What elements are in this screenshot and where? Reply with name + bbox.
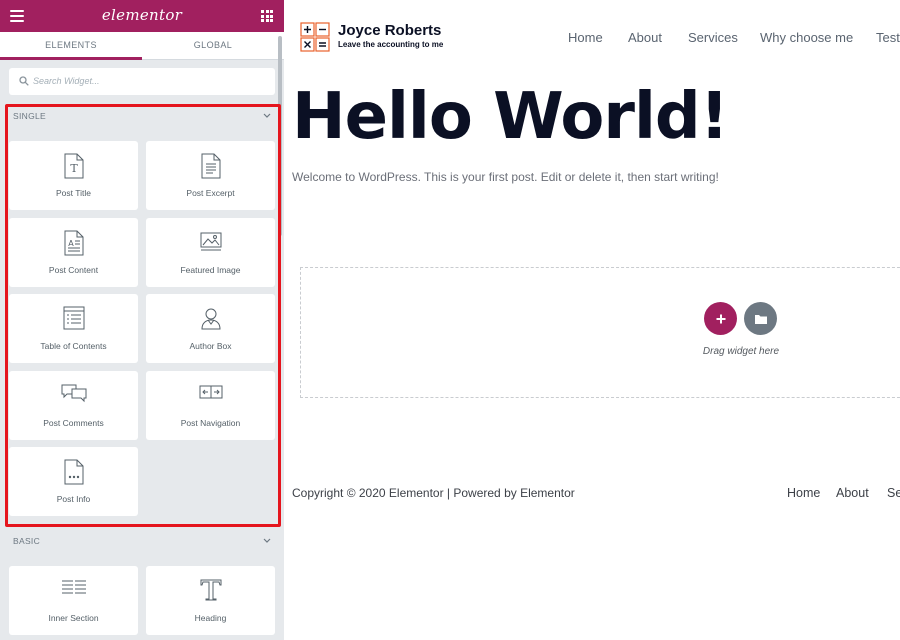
post-title: Hello World! bbox=[292, 80, 729, 154]
tab-elements[interactable]: ELEMENTS bbox=[0, 32, 142, 60]
nav-item-services[interactable]: Services bbox=[688, 30, 738, 45]
nav-item-why-choose-me[interactable]: Why choose me bbox=[760, 30, 853, 45]
widget-label: Inner Section bbox=[48, 613, 99, 623]
post-excerpt-icon bbox=[201, 153, 220, 179]
site-tagline: Leave the accounting to me bbox=[338, 40, 444, 49]
page-preview: Joyce Roberts Leave the accounting to me… bbox=[284, 0, 900, 640]
panel-header: elementor bbox=[0, 0, 284, 32]
widget-post-info[interactable]: Post Info bbox=[9, 447, 138, 516]
post-title-icon: T bbox=[64, 153, 83, 179]
featured-image-icon bbox=[200, 232, 221, 251]
widget-inner-section[interactable]: Inner Section bbox=[9, 566, 138, 635]
category-title-basic: BASIC bbox=[13, 536, 41, 546]
site-title[interactable]: Joyce Roberts bbox=[338, 22, 441, 39]
table-of-contents-icon bbox=[63, 306, 84, 330]
widget-label: Heading bbox=[194, 613, 227, 623]
search-placeholder: Search Widget... bbox=[33, 76, 100, 86]
plus-icon bbox=[716, 314, 725, 323]
elementor-logo: elementor bbox=[101, 6, 183, 24]
drag-widget-hint: Drag widget here bbox=[702, 346, 780, 357]
widget-post-navigation[interactable]: Post Navigation bbox=[146, 371, 275, 440]
add-template-button[interactable] bbox=[744, 302, 777, 335]
widget-post-excerpt[interactable]: Post Excerpt bbox=[146, 141, 275, 210]
heading-icon bbox=[200, 579, 221, 601]
footer-nav-about[interactable]: About bbox=[836, 486, 869, 500]
widget-table-of-contents[interactable]: Table of Contents bbox=[9, 294, 138, 363]
widget-label: Post Info bbox=[56, 494, 91, 504]
widget-post-content[interactable]: A Post Content bbox=[9, 218, 138, 287]
svg-text:A: A bbox=[68, 239, 74, 248]
post-navigation-icon bbox=[199, 385, 222, 399]
widget-label: Post Navigation bbox=[180, 418, 241, 428]
widget-label: Post Excerpt bbox=[186, 188, 235, 198]
widget-heading[interactable]: Heading bbox=[146, 566, 275, 635]
widget-drop-area[interactable]: Drag widget here bbox=[300, 267, 900, 398]
site-logo-icon[interactable] bbox=[300, 22, 330, 52]
post-comments-icon bbox=[61, 384, 86, 403]
search-widget-input[interactable]: Search Widget... bbox=[9, 68, 275, 95]
widget-label: Post Title bbox=[56, 188, 91, 198]
author-box-icon bbox=[200, 308, 221, 330]
nav-item-home[interactable]: Home bbox=[568, 30, 603, 45]
panel-scrollbar[interactable] bbox=[278, 36, 282, 236]
footer-copyright: Copyright © 2020 Elementor | Powered by … bbox=[292, 486, 575, 500]
widget-label: Post Comments bbox=[43, 418, 104, 428]
widget-label: Author Box bbox=[189, 341, 232, 351]
footer-nav-services[interactable]: Se bbox=[887, 486, 900, 500]
panel-tabs: ELEMENTS GLOBAL bbox=[0, 32, 284, 60]
widget-featured-image[interactable]: Featured Image bbox=[146, 218, 275, 287]
widget-label: Table of Contents bbox=[40, 341, 107, 351]
widget-post-title[interactable]: T Post Title bbox=[9, 141, 138, 210]
svg-text:T: T bbox=[70, 162, 78, 175]
widget-label: Post Content bbox=[48, 265, 99, 275]
tab-global[interactable]: GLOBAL bbox=[142, 32, 284, 60]
add-section-button[interactable] bbox=[704, 302, 737, 335]
category-title-single: SINGLE bbox=[13, 111, 46, 121]
folder-icon bbox=[754, 314, 767, 324]
post-info-icon bbox=[64, 459, 83, 485]
chevron-down-icon[interactable] bbox=[263, 538, 271, 544]
nav-item-test[interactable]: Test bbox=[876, 30, 900, 45]
widget-post-comments[interactable]: Post Comments bbox=[9, 371, 138, 440]
search-icon bbox=[19, 76, 29, 86]
editor-window: elementor ELEMENTS GLOBAL Search Widget.… bbox=[0, 0, 900, 640]
footer-nav-home[interactable]: Home bbox=[787, 486, 820, 500]
elementor-panel: elementor ELEMENTS GLOBAL Search Widget.… bbox=[0, 0, 284, 640]
widgets-grid-icon[interactable] bbox=[261, 10, 273, 22]
widget-author-box[interactable]: Author Box bbox=[146, 294, 275, 363]
widget-label: Featured Image bbox=[180, 265, 241, 275]
inner-section-icon bbox=[61, 580, 86, 594]
post-body: Welcome to WordPress. This is your first… bbox=[292, 170, 719, 184]
chevron-down-icon[interactable] bbox=[263, 113, 271, 119]
nav-item-about[interactable]: About bbox=[628, 30, 662, 45]
post-content-icon: A bbox=[64, 230, 83, 256]
